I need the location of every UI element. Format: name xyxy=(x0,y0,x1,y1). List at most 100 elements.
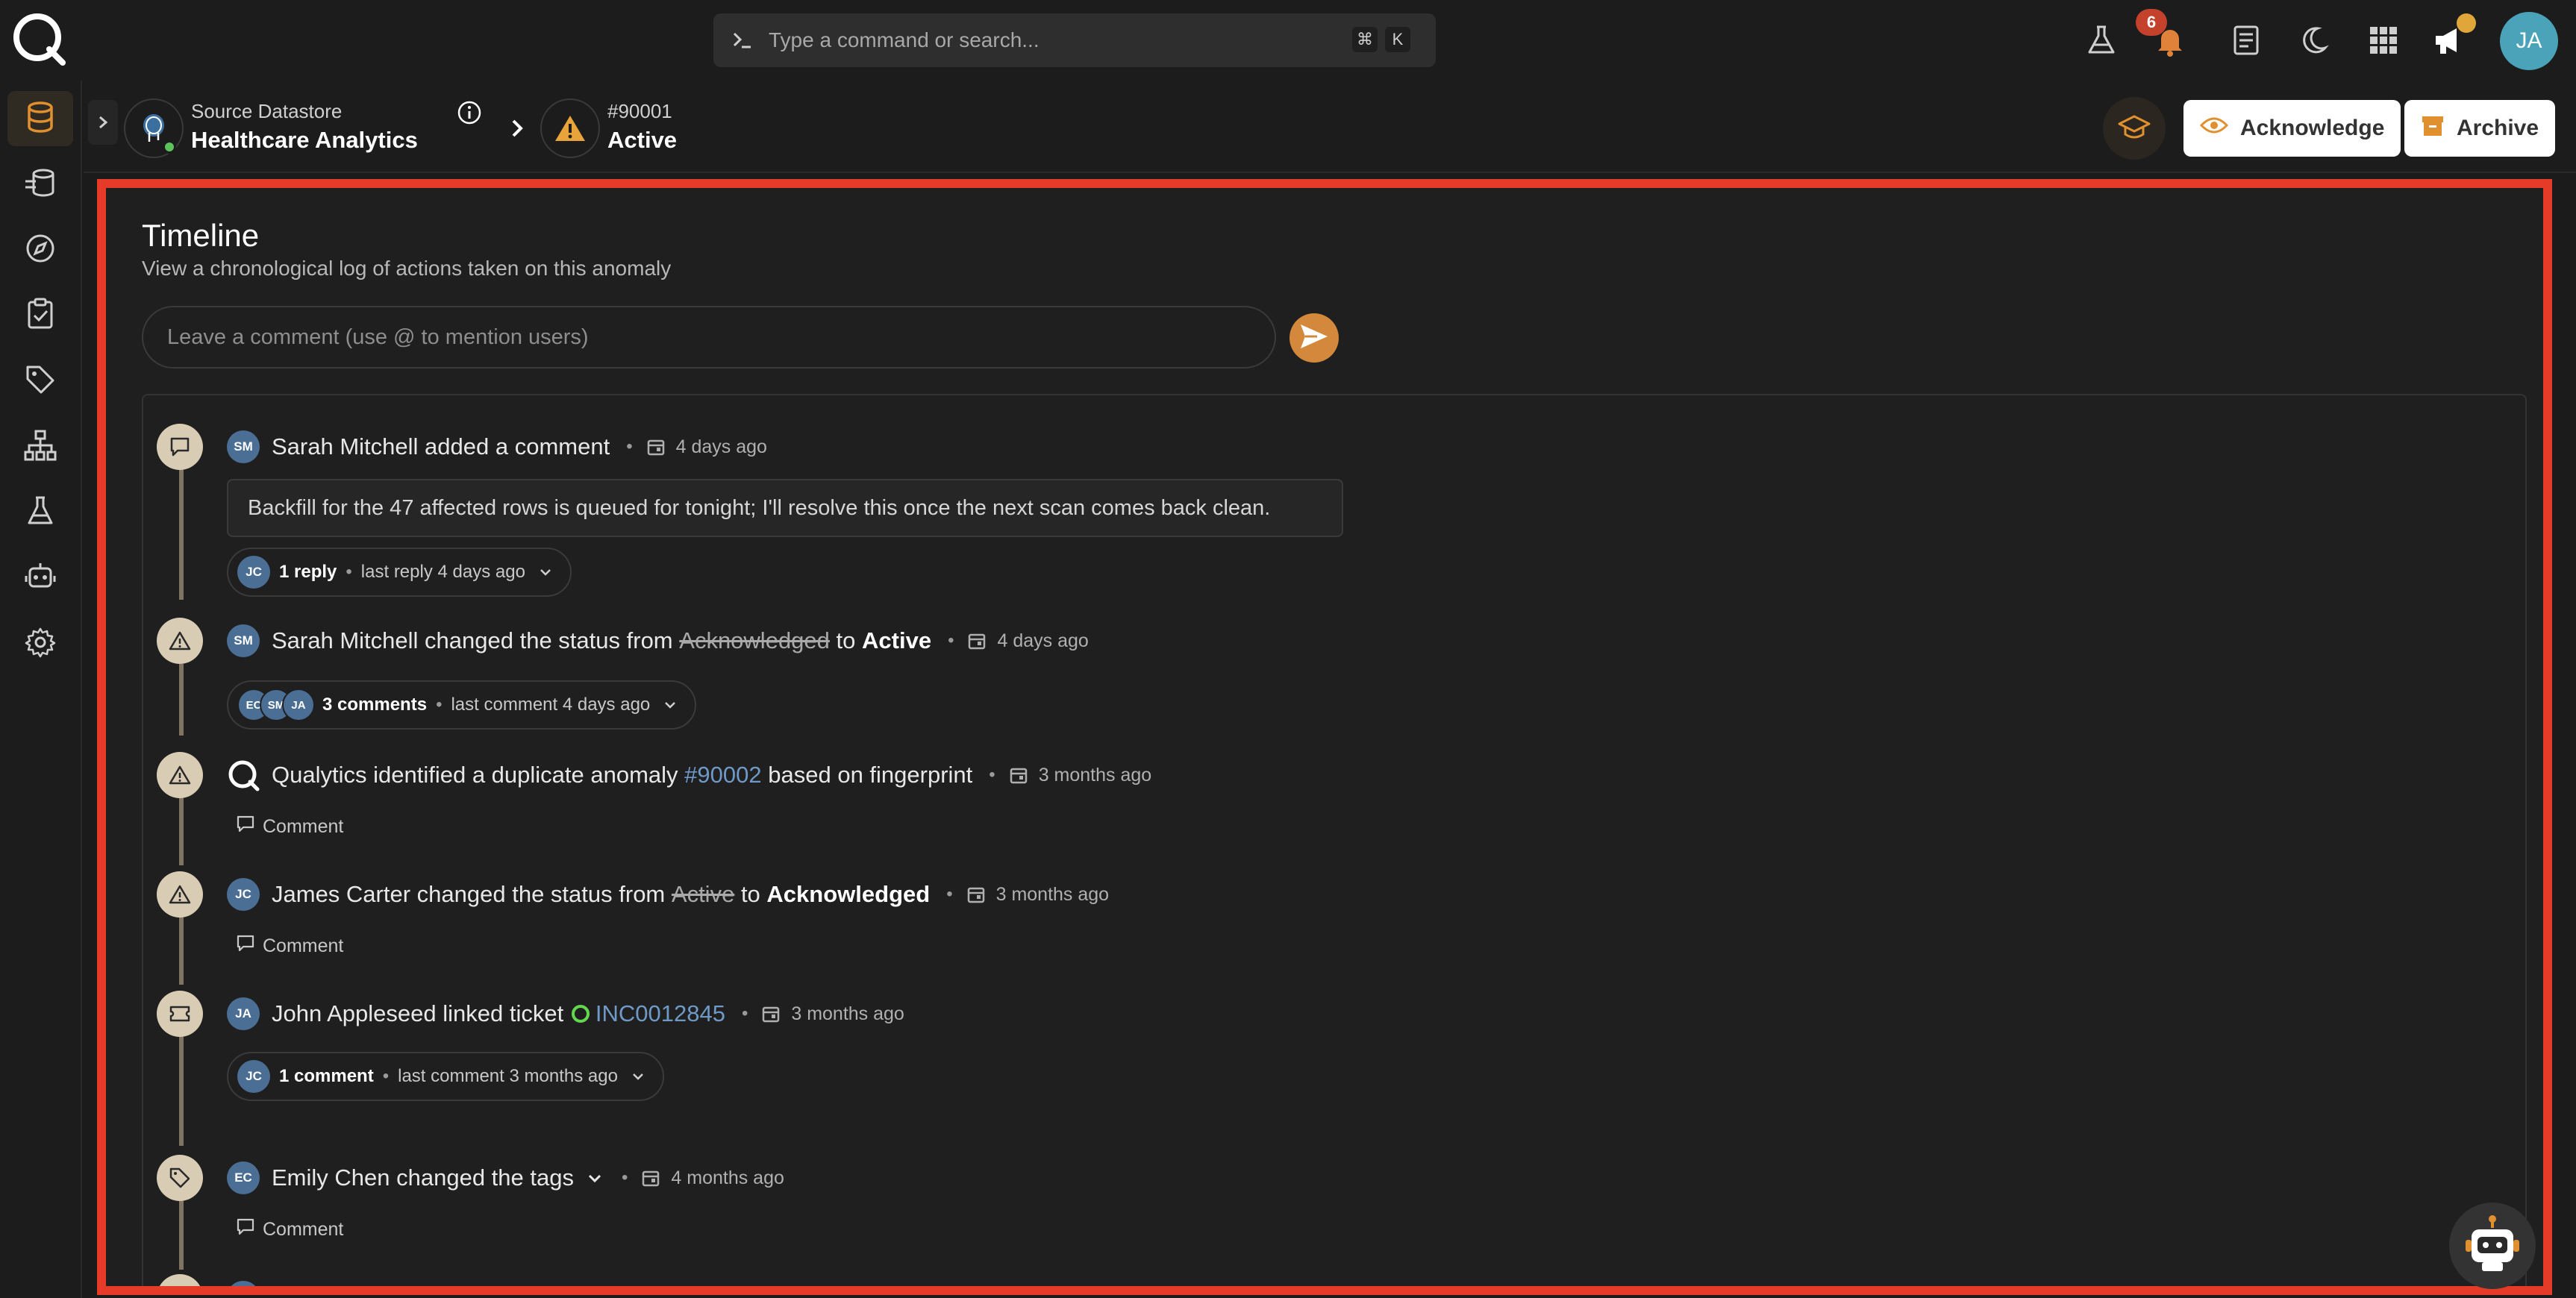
command-search[interactable]: Type a command or search... ⌘ K xyxy=(713,13,1436,67)
comment-icon xyxy=(236,1217,255,1242)
comment-button[interactable]: Comment xyxy=(236,931,343,961)
calendar-icon xyxy=(713,1287,734,1295)
timeline-event: JA John Appleseed assigned assignees • 4… xyxy=(227,1277,857,1296)
nav-agents[interactable] xyxy=(7,551,73,606)
avatar: JC xyxy=(227,878,260,911)
comment-placeholder: Leave a comment (use @ to mention users) xyxy=(167,324,589,349)
qualytics-logo-icon[interactable] xyxy=(10,10,67,67)
calendar-icon xyxy=(966,884,987,905)
comment-button[interactable]: Comment xyxy=(236,1214,343,1244)
event-actor: Emily Chen xyxy=(272,1164,390,1191)
comment-label: Comment xyxy=(263,935,344,956)
document-icon[interactable] xyxy=(2224,18,2269,63)
top-bar: Type a command or search... ⌘ K 6 JA xyxy=(0,0,2576,81)
moon-icon[interactable] xyxy=(2291,18,2336,63)
send-icon xyxy=(1299,323,1329,354)
comment-event-icon xyxy=(157,424,203,470)
thread-toggle[interactable]: JC 1 reply • last reply 4 days ago xyxy=(227,548,572,597)
expand-sidebar-button[interactable] xyxy=(88,100,118,145)
gear-icon xyxy=(25,627,56,662)
tag-event-icon xyxy=(157,1155,203,1201)
avatar: JA xyxy=(227,1281,260,1286)
timeline-connector xyxy=(179,468,184,600)
servicenow-icon xyxy=(570,1003,591,1024)
event-time: 3 months ago xyxy=(1038,764,1152,786)
duplicate-anomaly-link[interactable]: #90002 xyxy=(684,762,761,788)
last-comment: last comment 4 days ago xyxy=(451,695,651,715)
nav-tags[interactable] xyxy=(7,354,73,409)
nav-hierarchy[interactable] xyxy=(7,419,73,474)
acknowledge-button[interactable]: Acknowledge xyxy=(2183,100,2401,157)
shortcut-k-key: K xyxy=(1385,27,1410,52)
nav-flows[interactable] xyxy=(7,157,73,212)
ticket-link[interactable]: INC0012845 xyxy=(595,1000,725,1027)
datastore-name[interactable]: Healthcare Analytics xyxy=(191,127,418,154)
timeline-event: SM Sarah Mitchell changed the status fro… xyxy=(227,621,1089,661)
timeline-subtitle: View a chronological log of actions take… xyxy=(142,257,672,280)
timeline-panel: Timeline View a chronological log of act… xyxy=(97,179,2552,1295)
avatar: JA xyxy=(282,689,315,721)
comment-input[interactable]: Leave a comment (use @ to mention users) xyxy=(142,306,1276,369)
archive-box-icon xyxy=(2421,113,2445,143)
comment-count: 3 comments xyxy=(322,695,428,715)
send-comment-button[interactable] xyxy=(1289,313,1339,363)
user-avatar[interactable]: JA xyxy=(2500,12,2558,70)
ticket-event-icon xyxy=(157,991,203,1037)
event-actor: Sarah Mitchell xyxy=(272,627,419,653)
anomaly-id: #90001 xyxy=(607,100,672,122)
chevron-down-icon xyxy=(537,562,557,582)
eye-icon xyxy=(2199,115,2229,142)
comment-button[interactable]: Comment xyxy=(236,812,343,841)
status-to: Active xyxy=(862,627,932,653)
status-to-word: to xyxy=(836,627,856,653)
tag-icon xyxy=(25,364,56,399)
chevron-down-icon[interactable] xyxy=(658,1288,678,1295)
chevron-down-icon[interactable] xyxy=(586,1168,605,1188)
calendar-icon xyxy=(761,1003,782,1024)
comment-count: 1 comment xyxy=(279,1066,374,1086)
warning-event-icon xyxy=(157,871,203,918)
calendar-icon xyxy=(641,1167,662,1188)
chevron-down-icon xyxy=(662,695,681,715)
status-to-word: to xyxy=(740,881,760,907)
event-suffix: based on fingerprint xyxy=(768,762,973,788)
users-event-icon xyxy=(157,1274,203,1286)
thread-toggle[interactable]: JC 1 comment • last comment 3 months ago xyxy=(227,1052,664,1101)
event-action: changed the status from xyxy=(416,881,666,907)
timeline-event: EC Emily Chen changed the tags • 4 month… xyxy=(227,1158,784,1198)
search-placeholder: Type a command or search... xyxy=(769,28,1040,51)
avatar: SM xyxy=(227,624,260,657)
timeline-title: Timeline xyxy=(142,218,260,253)
datastore-label: Source Datastore xyxy=(191,100,343,122)
calendar-icon xyxy=(1009,765,1030,786)
nav-settings[interactable] xyxy=(7,616,73,671)
comment-quote: Backfill for the 47 affected rows is que… xyxy=(227,479,1343,537)
info-icon[interactable] xyxy=(457,100,487,130)
flask-icon[interactable] xyxy=(2079,18,2124,63)
last-reply: last reply 4 days ago xyxy=(360,562,525,582)
event-time: 4 days ago xyxy=(675,436,767,457)
robot-assistant-icon xyxy=(2461,1213,2524,1279)
comment-icon xyxy=(236,934,255,959)
archive-button[interactable]: Archive xyxy=(2404,100,2556,157)
timeline-connector xyxy=(179,1035,184,1146)
nav-checks[interactable] xyxy=(7,288,73,343)
learn-button[interactable] xyxy=(2103,97,2166,160)
qualytics-logo-icon xyxy=(227,759,260,791)
assistant-bot-button[interactable] xyxy=(2449,1203,2536,1289)
nav-labs[interactable] xyxy=(7,485,73,540)
side-navigation xyxy=(0,81,82,1298)
nav-datastores[interactable] xyxy=(7,91,73,146)
event-actor: James Carter xyxy=(272,881,411,907)
event-time: 3 months ago xyxy=(995,883,1110,905)
anomaly-status: Active xyxy=(607,127,678,153)
avatar: EC xyxy=(227,1161,260,1194)
event-time: 4 months ago xyxy=(743,1287,857,1296)
timeline-connector xyxy=(179,1200,184,1270)
event-actor: Sarah Mitchell xyxy=(272,433,419,460)
thread-toggle[interactable]: EC SM JA 3 comments • last comment 4 day… xyxy=(227,680,697,730)
nav-explore[interactable] xyxy=(7,222,73,278)
avatar: JC xyxy=(237,556,270,589)
apps-grid-icon[interactable] xyxy=(2361,18,2406,63)
graduation-cap-icon xyxy=(2118,113,2151,144)
